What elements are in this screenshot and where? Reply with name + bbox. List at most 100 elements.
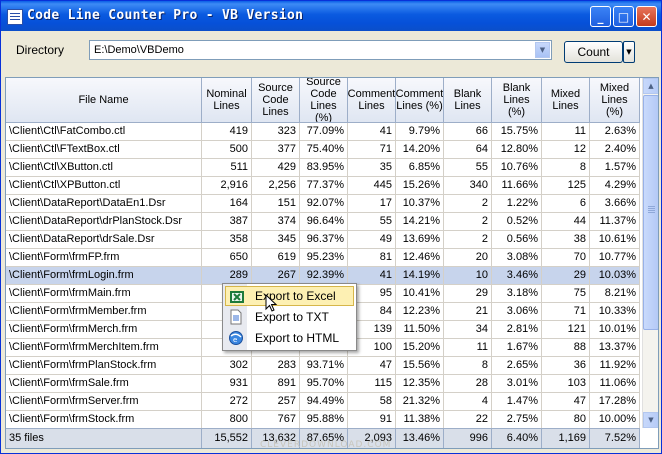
table-row[interactable]: \Client\Form\frmStock.frm 800 767 95.88% 91 1…	[6, 411, 640, 429]
cell-comment-pct: 14.19%	[396, 267, 444, 285]
cell-mixed-lines: 70	[542, 249, 590, 267]
column-header-comment-lines[interactable]: Comment Lines	[348, 78, 396, 123]
column-header-blank-lines[interactable]: Blank Lines	[444, 78, 492, 123]
cell-blank-lines: 20	[444, 249, 492, 267]
cell-mixed-pct: 10.77%	[590, 249, 640, 267]
cell-comment-lines: 35	[348, 159, 396, 177]
cell-file-name: \Client\Form\frmLogin.frm	[6, 267, 202, 285]
cell-source-code-lines: 257	[252, 393, 300, 411]
app-window: Code Line Counter Pro - VB Version _ □ ✕…	[0, 0, 662, 454]
cell-source-code-lines: 374	[252, 213, 300, 231]
vertical-scrollbar[interactable]: ▲ ▼	[642, 78, 658, 428]
table-row[interactable]: \Client\Form\frmServer.frm 272 257 94.49% 58…	[6, 393, 640, 411]
close-button[interactable]: ✕	[636, 6, 657, 27]
cell-blank-pct: 3.46%	[492, 267, 542, 285]
column-header-source-code-pct[interactable]: Source Code Lines (%)	[300, 78, 348, 123]
cell-blank-pct: 15.75%	[492, 123, 542, 141]
results-grid[interactable]: File Name Nominal Lines Source Code Lines S…	[5, 77, 659, 449]
table-row[interactable]: \Client\Form\frmSale.frm 931 891 95.70% 115 1…	[6, 375, 640, 393]
cell-blank-pct: 0.52%	[492, 213, 542, 231]
cell-mixed-lines: 80	[542, 411, 590, 429]
cell-source-code-pct: 96.64%	[300, 213, 348, 231]
directory-label: Directory	[16, 43, 65, 57]
cell-comment-lines: 71	[348, 141, 396, 159]
table-row[interactable]: \Client\Ctl\XButton.ctl 511 429 83.95% 35 6.8…	[6, 159, 640, 177]
title-bar[interactable]: Code Line Counter Pro - VB Version _ □ ✕	[1, 1, 661, 31]
cell-mixed-pct: 11.92%	[590, 357, 640, 375]
menu-item-export-to-excel[interactable]: Export to Excel	[225, 286, 354, 306]
cell-mixed-pct: 11.06%	[590, 375, 640, 393]
table-row[interactable]: \Client\DataReport\drPlanStock.Dsr 387 374…	[6, 213, 640, 231]
scroll-thumb[interactable]	[643, 95, 658, 330]
text-file-icon	[228, 309, 244, 325]
cell-blank-lines: 28	[444, 375, 492, 393]
minimize-button[interactable]: _	[590, 6, 611, 27]
cell-source-code-pct: 94.49%	[300, 393, 348, 411]
cell-file-name: \Client\Form\frmMember.frm	[6, 303, 202, 321]
cell-mixed-pct: 17.28%	[590, 393, 640, 411]
table-row[interactable]: \Client\DataReport\drSale.Dsr 358 345 96.37…	[6, 231, 640, 249]
cell-mixed-pct: 3.66%	[590, 195, 640, 213]
table-row[interactable]: \Client\Form\frmPlanStock.frm 302 283 93.71…	[6, 357, 640, 375]
column-header-mixed-pct[interactable]: Mixed Lines (%)	[590, 78, 640, 123]
cell-mixed-lines: 12	[542, 141, 590, 159]
cell-mixed-pct: 4.29%	[590, 177, 640, 195]
table-row[interactable]: \Client\Ctl\FTextBox.ctl 500 377 75.40% 71 14…	[6, 141, 640, 159]
cell-nominal-lines: 164	[202, 195, 252, 213]
chevron-down-icon[interactable]: ▼	[535, 42, 550, 58]
cell-file-name: \Client\Form\frmPlanStock.frm	[6, 357, 202, 375]
cell-source-code-pct: 83.95%	[300, 159, 348, 177]
directory-combobox[interactable]: E:\Demo\VBDemo ▼	[89, 40, 552, 60]
grid-header: File Name Nominal Lines Source Code Lines S…	[6, 78, 640, 123]
cell-blank-pct: 3.18%	[492, 285, 542, 303]
cell-mixed-pct: 10.01%	[590, 321, 640, 339]
table-row[interactable]: \Client\DataReport\DataEn1.Dsr 164 151 92.0…	[6, 195, 640, 213]
cell-mixed-lines: 47	[542, 393, 590, 411]
menu-item-export-to-html[interactable]: e Export to HTML	[225, 328, 354, 348]
cell-source-code-lines: 619	[252, 249, 300, 267]
count-button[interactable]: Count	[564, 41, 623, 63]
cell-nominal-lines: 358	[202, 231, 252, 249]
menu-item-export-to-txt[interactable]: Export to TXT	[225, 307, 354, 327]
total-blank-pct: 6.40%	[492, 428, 542, 448]
cell-comment-pct: 11.38%	[396, 411, 444, 429]
column-header-source-code-lines[interactable]: Source Code Lines	[252, 78, 300, 123]
cell-mixed-pct: 13.37%	[590, 339, 640, 357]
cell-file-name: \Client\Form\frmMain.frm	[6, 285, 202, 303]
cell-file-name: \Client\Ctl\FTextBox.ctl	[6, 141, 202, 159]
cell-mixed-lines: 44	[542, 213, 590, 231]
table-row[interactable]: \Client\Ctl\FatCombo.ctl 419 323 77.09% 41 9.…	[6, 123, 640, 141]
cell-mixed-lines: 125	[542, 177, 590, 195]
column-header-nominal-lines[interactable]: Nominal Lines	[202, 78, 252, 123]
cell-mixed-pct: 10.00%	[590, 411, 640, 429]
cell-source-code-lines: 345	[252, 231, 300, 249]
cell-comment-pct: 14.20%	[396, 141, 444, 159]
cell-comment-pct: 10.37%	[396, 195, 444, 213]
cell-blank-lines: 10	[444, 267, 492, 285]
cell-blank-pct: 0.56%	[492, 231, 542, 249]
table-row[interactable]: \Client\Ctl\XPButton.ctl 2,916 2,256 77.37%…	[6, 177, 640, 195]
cell-file-name: \Client\Form\frmServer.frm	[6, 393, 202, 411]
cell-comment-lines: 58	[348, 393, 396, 411]
html-icon: e	[228, 330, 244, 346]
column-header-comment-pct[interactable]: Comment Lines (%)	[396, 78, 444, 123]
cell-nominal-lines: 272	[202, 393, 252, 411]
column-header-blank-pct[interactable]: Blank Lines (%)	[492, 78, 542, 123]
cell-source-code-pct: 95.23%	[300, 249, 348, 267]
cell-comment-pct: 12.23%	[396, 303, 444, 321]
cell-mixed-lines: 75	[542, 285, 590, 303]
cell-nominal-lines: 302	[202, 357, 252, 375]
scroll-up-button[interactable]: ▲	[643, 78, 658, 94]
cell-source-code-lines: 891	[252, 375, 300, 393]
maximize-button[interactable]: □	[613, 6, 634, 27]
cell-mixed-pct: 1.57%	[590, 159, 640, 177]
column-header-mixed-lines[interactable]: Mixed Lines	[542, 78, 590, 123]
cell-comment-lines: 81	[348, 249, 396, 267]
cell-source-code-lines: 429	[252, 159, 300, 177]
cell-file-name: \Client\Form\frmSale.frm	[6, 375, 202, 393]
table-row[interactable]: \Client\Form\frmFP.frm 650 619 95.23% 81 12.4…	[6, 249, 640, 267]
count-dropdown-button[interactable]: ▼	[623, 41, 635, 63]
directory-value[interactable]: E:\Demo\VBDemo	[94, 44, 184, 56]
scroll-down-button[interactable]: ▼	[643, 412, 658, 428]
column-header-file-name[interactable]: File Name	[6, 78, 202, 123]
